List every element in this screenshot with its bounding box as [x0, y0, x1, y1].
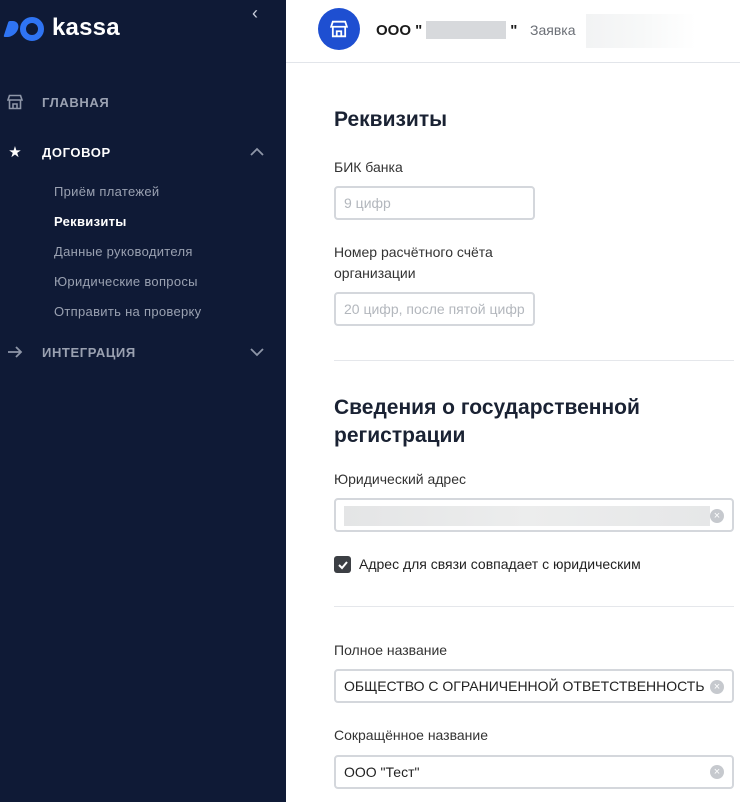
chevron-down-icon[interactable]: [250, 345, 264, 359]
org-suffix: ": [510, 21, 518, 39]
requisites-title: Реквизиты: [334, 108, 448, 131]
star-icon: ★: [8, 144, 22, 161]
nav-label: ИНТЕГРАЦИЯ: [42, 344, 136, 360]
same-address-label[interactable]: Адрес для связи совпадает с юридическим: [359, 556, 641, 572]
redacted-legal-address: [344, 506, 710, 526]
subnav-item-requisites[interactable]: Реквизиты: [54, 214, 127, 229]
bik-input[interactable]: [334, 186, 535, 220]
account-label-line1: Номер расчётного счёта: [334, 244, 493, 260]
registration-title-line1: Сведения о государственной: [334, 396, 640, 419]
nav-label: ГЛАВНАЯ: [42, 94, 110, 110]
legal-address-label: Юридический адрес: [334, 471, 467, 487]
sidebar: kassa ‹ ГЛАВНАЯ ★ ДОГОВОР Приём платежей…: [0, 0, 286, 802]
nav-item-integration[interactable]: ИНТЕГРАЦИЯ: [0, 340, 286, 364]
subnav-item-send-for-review[interactable]: Отправить на проверку: [54, 304, 201, 319]
clear-icon[interactable]: ×: [710, 765, 724, 779]
subnav-item-legal-questions[interactable]: Юридические вопросы: [54, 274, 198, 289]
nav-label: ДОГОВОР: [42, 144, 111, 160]
registration-title: Сведения о государственной регистрации: [334, 394, 640, 450]
redacted-request-number: [586, 14, 696, 48]
top-header: ООО " " Заявка: [286, 0, 740, 63]
logo-icon: [3, 12, 44, 44]
checkmark-icon: [337, 560, 348, 569]
org-prefix: ООО ": [376, 21, 423, 39]
store-icon: [6, 93, 24, 111]
nav-item-contract[interactable]: ★ ДОГОВОР: [0, 140, 286, 164]
chevron-up-icon[interactable]: [250, 145, 264, 159]
store-icon: [330, 20, 348, 38]
bik-label: БИК банка: [334, 159, 403, 175]
account-label: Номер расчётного счёта организации: [334, 242, 493, 284]
clear-icon[interactable]: ×: [710, 509, 724, 523]
short-name-input[interactable]: [334, 755, 734, 789]
redacted-org-name: [426, 21, 507, 39]
nav-item-home[interactable]: ГЛАВНАЯ: [0, 90, 286, 114]
organization-name[interactable]: ООО " ": [376, 21, 517, 39]
registration-title-line2: регистрации: [334, 424, 466, 447]
full-name-input[interactable]: [334, 669, 734, 703]
shop-avatar[interactable]: [318, 8, 360, 50]
account-number-input[interactable]: [334, 292, 535, 326]
section-divider: [334, 606, 734, 607]
logo[interactable]: kassa: [3, 12, 120, 44]
account-label-line2: организации: [334, 265, 416, 281]
section-divider: [334, 360, 734, 361]
same-address-checkbox[interactable]: [334, 556, 351, 573]
request-label: Заявка: [530, 22, 576, 38]
logo-text: kassa: [52, 14, 120, 41]
arrow-right-icon: [6, 343, 24, 361]
subnav-item-manager-data[interactable]: Данные руководителя: [54, 244, 193, 259]
collapse-sidebar-chevron-left-icon[interactable]: ‹: [252, 4, 266, 22]
subnav-item-payments[interactable]: Приём платежей: [54, 184, 159, 199]
clear-icon[interactable]: ×: [710, 680, 724, 694]
short-name-label: Сокращённое название: [334, 727, 489, 743]
full-name-label: Полное название: [334, 642, 448, 658]
